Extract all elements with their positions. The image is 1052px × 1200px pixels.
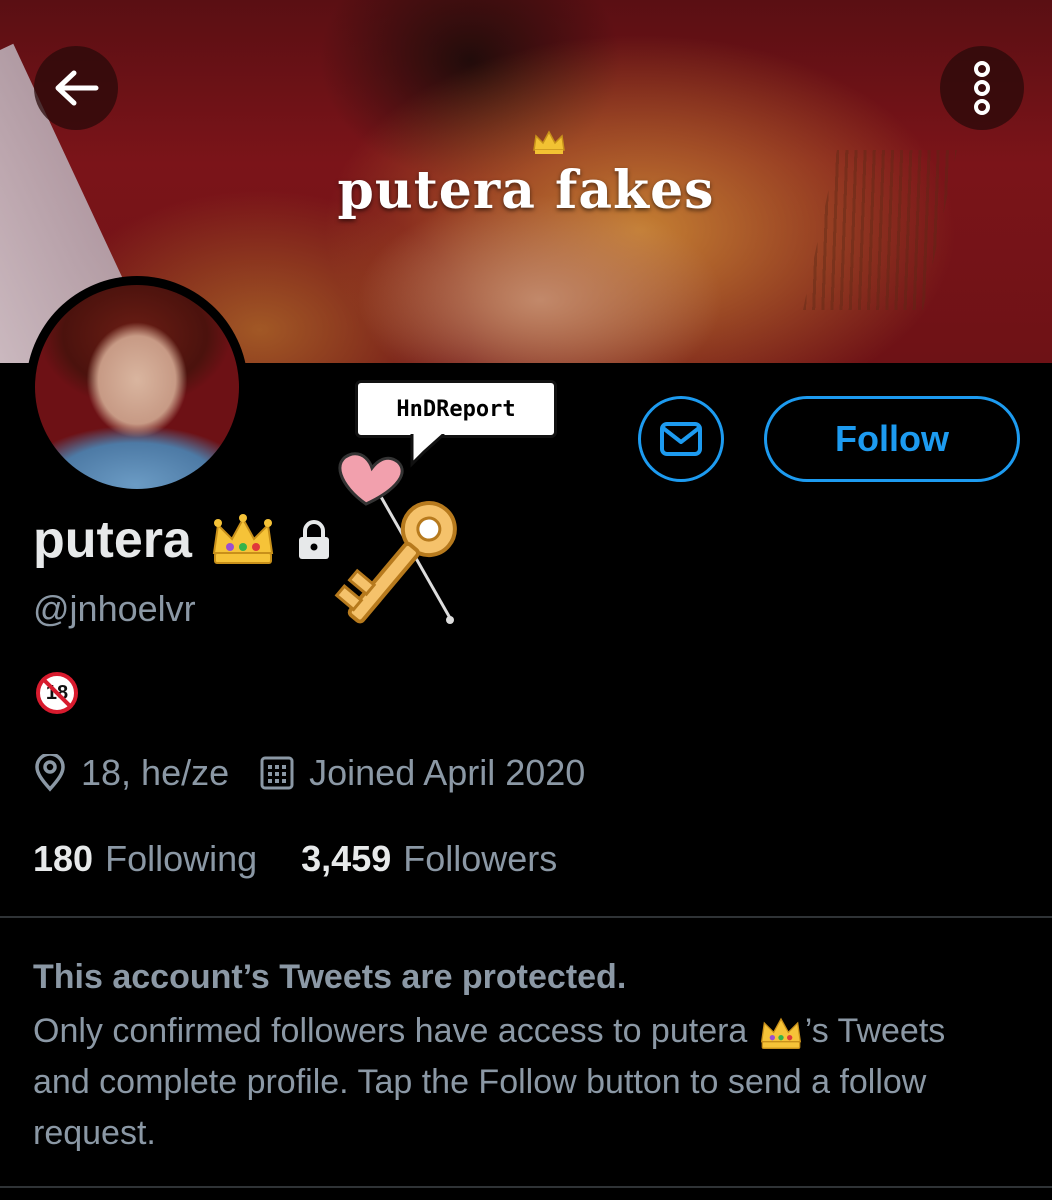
follow-stats-row: 180 Following 3,459 Followers (33, 838, 557, 880)
followers-count: 3,459 (301, 838, 392, 879)
section-divider (0, 916, 1052, 918)
following-stat-link[interactable]: 180 Following (33, 838, 257, 880)
joined-date-text: Joined April 2020 (309, 752, 586, 793)
arrow-left-icon (55, 70, 99, 106)
protected-body-start: Only confirmed followers have access to … (33, 1012, 757, 1050)
lock-icon (298, 520, 329, 559)
display-name: putera (33, 511, 192, 569)
followers-label: Followers (403, 838, 558, 879)
speech-bubble-sticker: HnDReport (355, 380, 557, 438)
avatar-photo (35, 285, 239, 489)
following-count: 180 (33, 838, 94, 879)
protected-notice-body: Only confirmed followers have access to … (33, 1006, 993, 1159)
location-item: 18, he/ze (33, 752, 229, 794)
follow-button[interactable]: Follow (764, 396, 1020, 482)
profile-display-name-row: putera (33, 510, 334, 570)
calendar-icon (260, 756, 294, 790)
bio-badge-text: 18 (45, 681, 69, 704)
sticker-label: HnDReport (396, 396, 516, 422)
location-text: 18, he/ze (81, 752, 230, 793)
profile-handle: @jnhoelvr (33, 588, 196, 629)
banner-crown-icon (533, 130, 565, 154)
protected-notice-title: This account’s Tweets are protected. (33, 958, 627, 996)
joined-item: Joined April 2020 (259, 752, 585, 794)
crown-icon (760, 1017, 801, 1050)
more-options-button[interactable] (940, 46, 1024, 130)
followers-stat-link[interactable]: 3,459 Followers (301, 838, 557, 880)
no-under-18-bio-badge: 18 (36, 672, 78, 714)
message-button[interactable] (638, 396, 724, 482)
crown-icon (212, 514, 274, 564)
envelope-icon (660, 422, 702, 456)
banner-title-text: putera fakes (337, 160, 715, 221)
bottom-divider (0, 1186, 1052, 1188)
profile-avatar[interactable] (26, 276, 248, 498)
back-button[interactable] (34, 46, 118, 130)
heart-key-sticker-icon (334, 452, 457, 624)
location-pin-icon (35, 754, 65, 792)
profile-meta-row: 18, he/ze Joined April 2020 (33, 752, 585, 794)
following-label: Following (105, 838, 258, 879)
vertical-dots-icon (974, 61, 990, 115)
